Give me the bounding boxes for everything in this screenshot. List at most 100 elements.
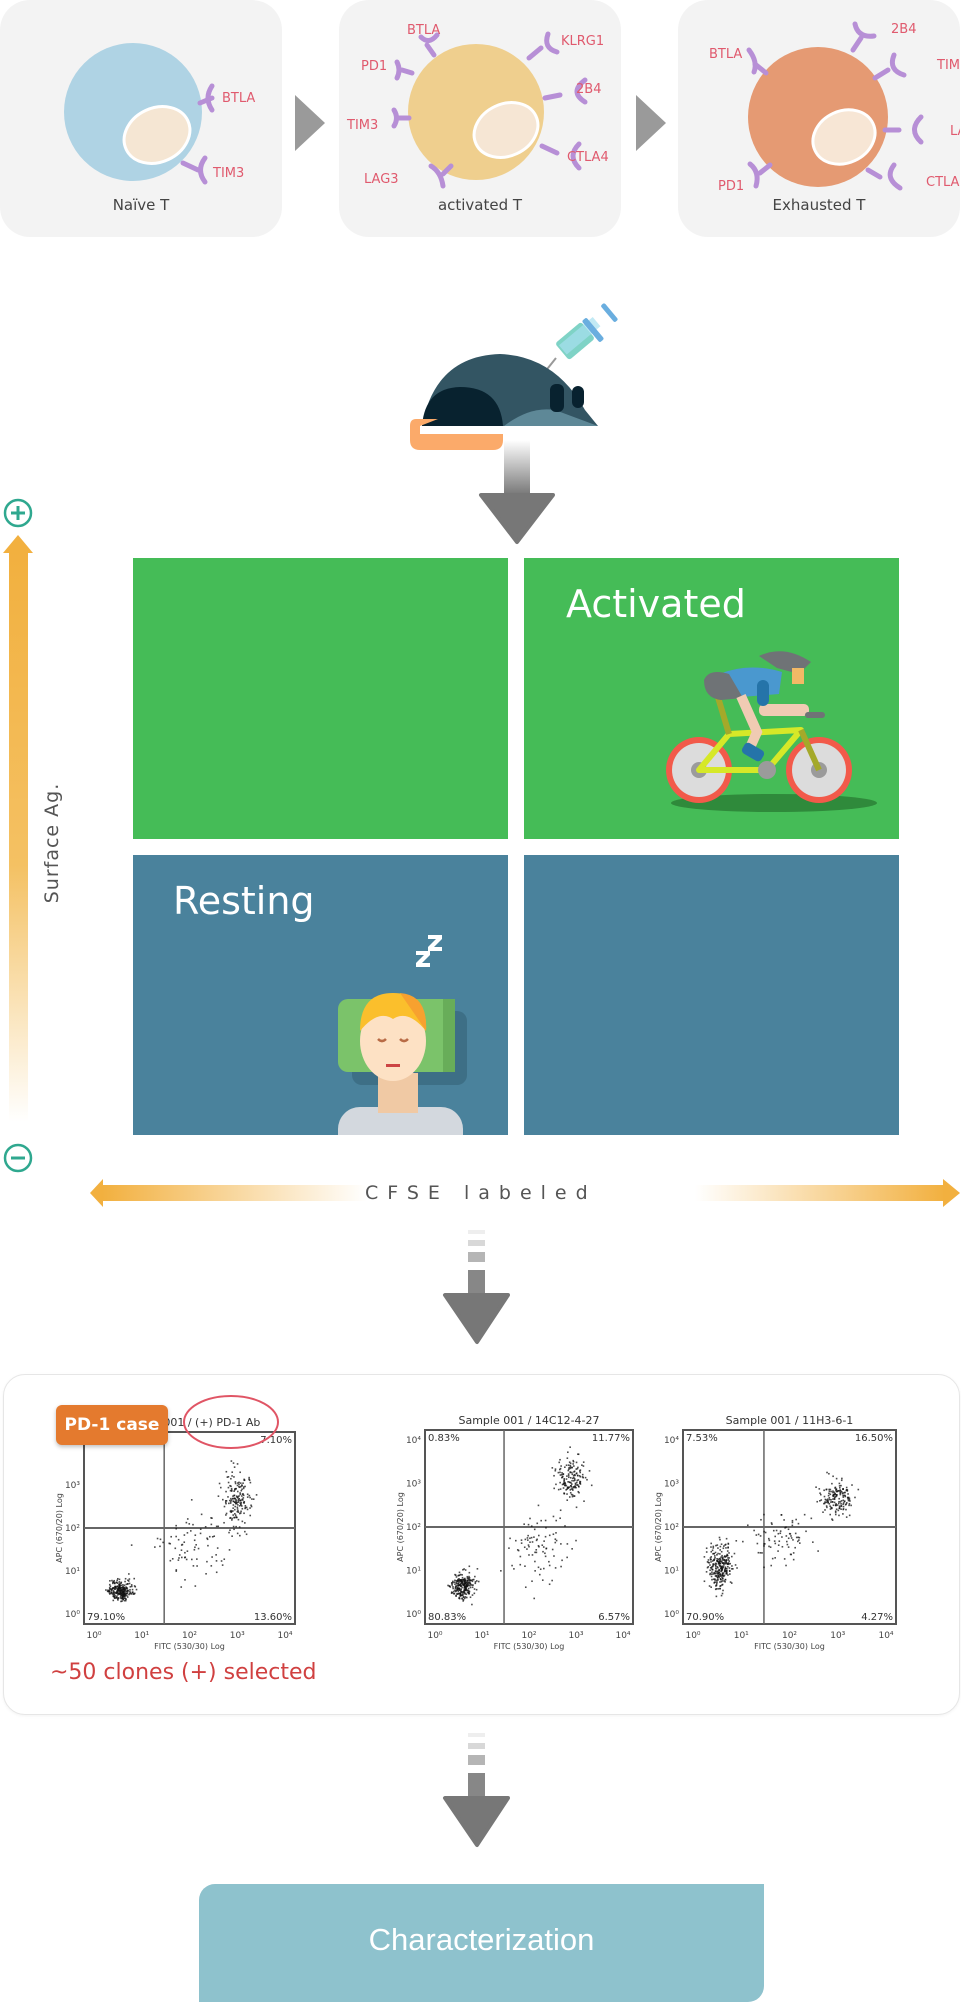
event-dot <box>791 1519 794 1522</box>
event-dot <box>539 1568 542 1571</box>
x-tick-label: 10¹ <box>134 1631 149 1641</box>
event-dot <box>734 1564 737 1566</box>
event-dot <box>838 1505 841 1507</box>
event-dot <box>558 1461 561 1464</box>
marker-label: PD1 <box>718 179 744 194</box>
event-dot <box>451 1591 454 1594</box>
event-dot <box>239 1471 241 1474</box>
event-dot <box>715 1595 718 1598</box>
event-dot <box>729 1570 731 1573</box>
event-dot <box>460 1579 463 1582</box>
event-dot <box>464 1582 467 1585</box>
event-dot <box>229 1516 232 1519</box>
event-dot <box>830 1490 832 1493</box>
event-dot <box>449 1586 452 1588</box>
event-dot <box>231 1471 234 1473</box>
event-dot <box>845 1486 848 1489</box>
quadrant-resting: Resting <box>133 855 508 1135</box>
chevron-right-icon <box>636 95 666 151</box>
event-dot <box>215 1525 218 1528</box>
event-dot <box>557 1488 560 1491</box>
event-dot <box>785 1564 787 1567</box>
event-dot <box>719 1545 722 1548</box>
event-dot <box>711 1566 713 1568</box>
event-dot <box>242 1497 245 1499</box>
event-dot <box>222 1498 224 1501</box>
event-dot <box>721 1574 724 1577</box>
y-tick-label: 10³ <box>664 1480 679 1490</box>
event-dot <box>529 1517 531 1520</box>
event-dot <box>121 1600 123 1602</box>
event-dot <box>534 1570 536 1572</box>
event-dot <box>839 1487 841 1489</box>
event-dot <box>472 1584 474 1586</box>
event-dot <box>535 1539 538 1542</box>
event-dot <box>135 1588 138 1591</box>
event-dot <box>718 1558 721 1560</box>
event-dot <box>454 1586 457 1588</box>
event-dot <box>123 1590 125 1593</box>
event-dot <box>175 1570 178 1572</box>
event-dot <box>230 1485 232 1488</box>
event-dot <box>828 1503 831 1505</box>
event-dot <box>458 1571 461 1574</box>
event-dot <box>562 1487 565 1489</box>
x-axis-label: FITC (530/30) Log <box>494 1642 565 1651</box>
event-dot <box>716 1582 718 1584</box>
event-dot <box>232 1525 235 1528</box>
event-dot <box>186 1518 189 1520</box>
event-dot <box>184 1556 187 1559</box>
event-dot <box>458 1587 460 1590</box>
event-dot <box>721 1592 724 1595</box>
event-dot <box>108 1590 111 1592</box>
event-dot <box>586 1478 588 1481</box>
event-dot <box>467 1587 470 1590</box>
event-dot <box>553 1555 555 1557</box>
event-dot <box>244 1522 246 1524</box>
event-dot <box>555 1483 557 1486</box>
event-dot <box>231 1519 233 1521</box>
event-dot <box>798 1542 801 1544</box>
event-dot <box>119 1593 122 1596</box>
event-dot <box>251 1498 253 1500</box>
event-dot <box>548 1564 551 1567</box>
x-tick-label: 10² <box>521 1631 536 1641</box>
event-dot <box>843 1500 846 1503</box>
event-dot <box>842 1492 844 1494</box>
event-dot <box>211 1535 214 1538</box>
event-dot <box>239 1492 241 1494</box>
event-dot <box>116 1585 119 1588</box>
x-tick-label: 10² <box>182 1631 197 1641</box>
event-dot <box>842 1502 845 1504</box>
event-dot <box>231 1517 233 1520</box>
event-dot <box>469 1596 472 1599</box>
event-dot <box>535 1551 538 1554</box>
event-dot <box>238 1505 241 1507</box>
event-dot <box>128 1578 131 1580</box>
event-dot <box>242 1494 245 1497</box>
event-dot <box>249 1507 251 1509</box>
event-dot <box>842 1508 845 1511</box>
y-tick-label: 10⁰ <box>664 1610 679 1620</box>
event-dot <box>177 1538 180 1541</box>
event-dot <box>717 1578 719 1581</box>
event-dot <box>554 1538 557 1540</box>
event-dot <box>457 1584 460 1587</box>
event-dot <box>468 1565 471 1568</box>
event-dot <box>180 1586 183 1588</box>
event-dot <box>840 1502 842 1505</box>
event-dot <box>560 1543 562 1545</box>
event-dot <box>544 1555 547 1558</box>
event-dot <box>230 1487 233 1490</box>
event-dot <box>250 1504 252 1507</box>
event-dot <box>722 1559 724 1561</box>
event-dot <box>131 1588 134 1591</box>
event-dot <box>709 1569 711 1572</box>
event-dot <box>118 1583 121 1586</box>
event-dot <box>796 1540 799 1543</box>
event-dot <box>732 1568 734 1570</box>
y-tick-label: 10² <box>406 1523 421 1533</box>
event-dot <box>458 1577 460 1580</box>
event-dot <box>815 1486 817 1488</box>
event-dot <box>712 1578 715 1581</box>
